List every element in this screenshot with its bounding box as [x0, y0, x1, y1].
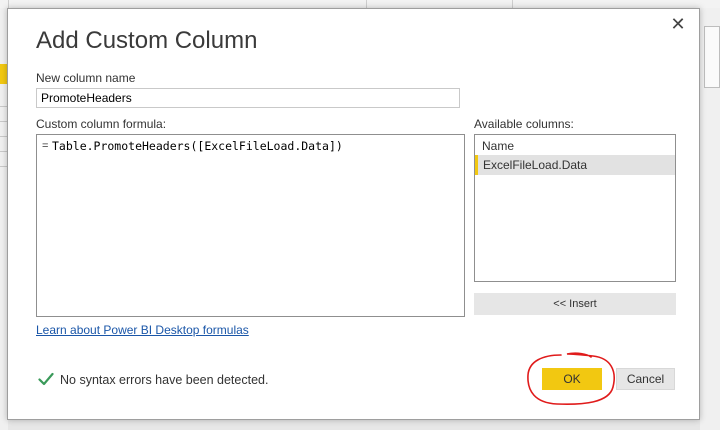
formula-equals-sign: =	[42, 140, 49, 152]
background-tab-divider	[8, 0, 17, 8]
cancel-button[interactable]: Cancel	[616, 368, 675, 390]
background-settings-box	[704, 26, 720, 88]
background-tab-divider	[512, 0, 513, 8]
available-columns-header: Name	[482, 139, 515, 153]
available-columns-label: Available columns:	[474, 117, 574, 131]
available-columns-list[interactable]: Name ExcelFileLoad.Data	[474, 134, 676, 282]
available-column-item[interactable]: ExcelFileLoad.Data	[475, 155, 675, 175]
background-tab-divider	[366, 0, 367, 8]
check-icon	[38, 372, 54, 386]
formula-text[interactable]: Table.PromoteHeaders([ExcelFileLoad.Data…	[52, 139, 343, 153]
insert-button[interactable]: << Insert	[474, 293, 676, 315]
custom-formula-label: Custom column formula:	[36, 117, 167, 131]
new-column-name-input[interactable]	[36, 88, 460, 108]
syntax-status-text: No syntax errors have been detected.	[60, 373, 269, 387]
learn-formulas-link[interactable]: Learn about Power BI Desktop formulas	[36, 323, 249, 337]
custom-formula-editor[interactable]: = Table.PromoteHeaders([ExcelFileLoad.Da…	[36, 134, 465, 317]
new-column-name-label: New column name	[36, 71, 136, 85]
available-column-item-label: ExcelFileLoad.Data	[483, 158, 588, 172]
add-custom-column-dialog: ✕ Add Custom Column New column name Cust…	[7, 8, 700, 420]
dialog-title: Add Custom Column	[36, 27, 258, 54]
ok-button[interactable]: OK	[542, 368, 602, 390]
close-icon[interactable]: ✕	[669, 15, 687, 33]
